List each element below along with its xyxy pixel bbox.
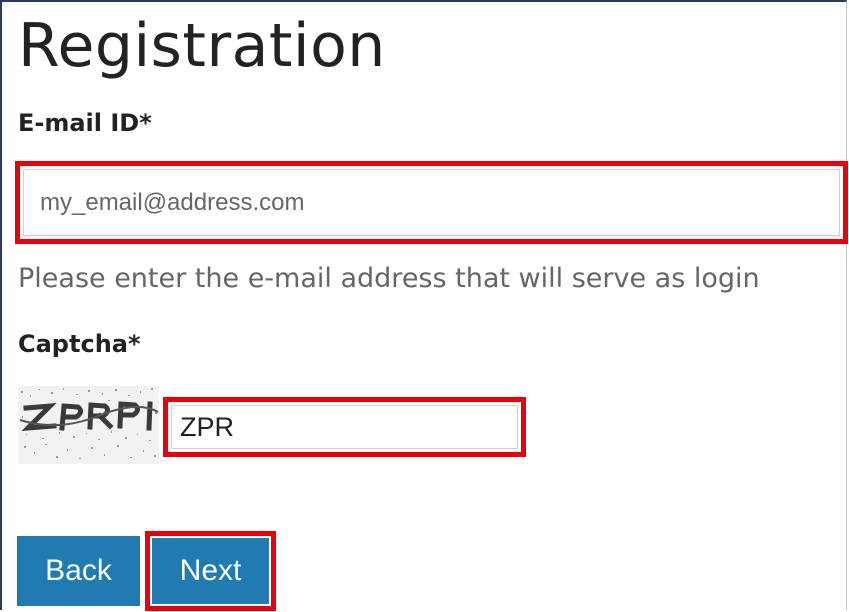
email-field-highlight [15,161,848,244]
captcha-input[interactable] [171,405,518,449]
captcha-field-highlight [163,397,526,457]
email-input[interactable] [23,169,840,236]
next-button[interactable]: Next [152,538,269,604]
page-frame [0,0,847,610]
page-title: Registration [18,11,386,81]
email-label: E-mail ID* [18,109,152,137]
captcha-label: Captcha* [18,330,141,358]
captcha-image [18,386,159,464]
back-button[interactable]: Back [17,536,140,606]
email-help-text: Please enter the e-mail address that wil… [18,263,760,294]
